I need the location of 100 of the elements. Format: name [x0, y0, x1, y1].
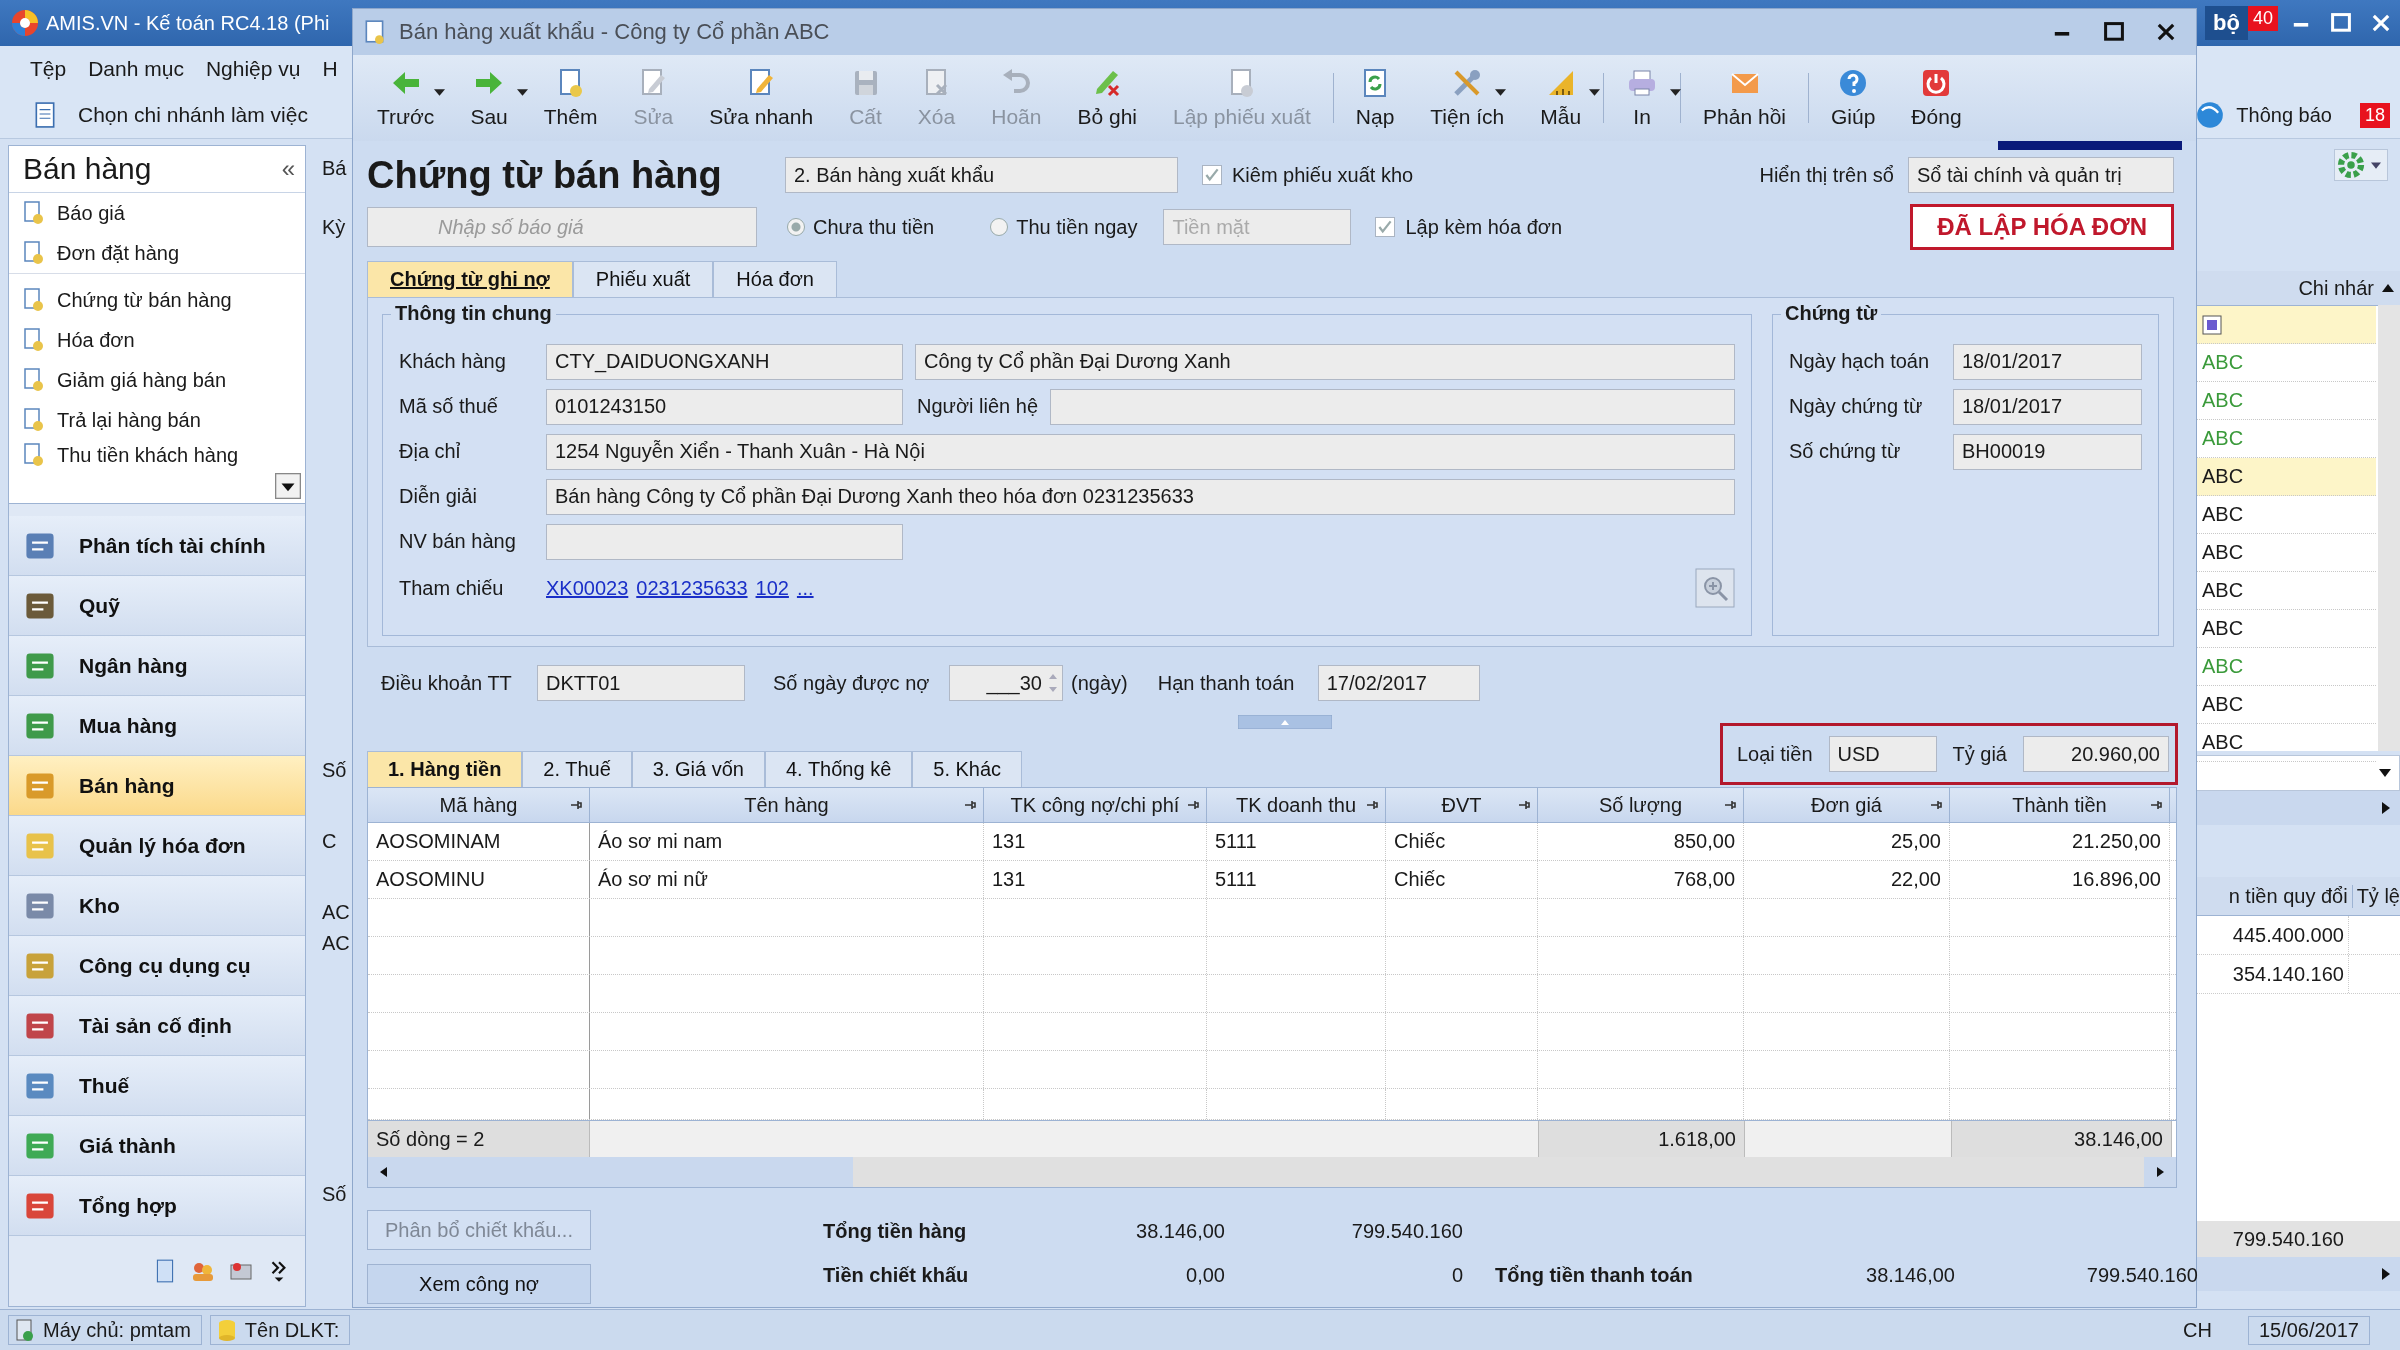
module-button[interactable]: Phân tích tài chính [9, 516, 305, 576]
column-header[interactable]: Mã hàng [368, 788, 590, 822]
pin-icon[interactable] [1723, 798, 1737, 812]
payment-method-field[interactable]: Tiền mặt [1163, 209, 1352, 245]
settings-icon[interactable] [2334, 149, 2388, 181]
module-button[interactable]: Thuế [9, 1056, 305, 1116]
pin-icon[interactable] [569, 798, 583, 812]
sidebar-item[interactable]: Thu tiền khách hàng [9, 440, 305, 470]
toolbar-button[interactable]: Mẫu [1522, 55, 1600, 141]
toolbar-button[interactable]: Tiện ích [1412, 55, 1523, 141]
splitter-handle[interactable] [1238, 715, 1332, 729]
currency-field[interactable]: USD [1828, 736, 1937, 772]
scroll-down-icon[interactable] [275, 473, 301, 499]
tab[interactable]: 4. Thống kê [765, 751, 913, 787]
column-header[interactable]: Thành tiền [1950, 788, 2170, 822]
toolbar-button[interactable]: Thêm [525, 55, 616, 141]
module-button[interactable]: Giá thành [9, 1116, 305, 1176]
salesperson-field[interactable] [546, 523, 903, 560]
toolbar-button[interactable]: In [1608, 55, 1677, 141]
column-header[interactable]: Số lượng [1538, 788, 1744, 822]
toolbar-button[interactable]: Giúp [1813, 55, 1894, 141]
toolbar-button[interactable]: Phản hồi [1685, 55, 1804, 141]
tab[interactable]: Hóa đơn [713, 261, 837, 297]
pin-icon[interactable] [1929, 798, 1943, 812]
customer-code-field[interactable]: CTY_DAIDUONGXANH [546, 343, 903, 380]
ledger-dropdown[interactable]: Sổ tài chính và quản trị [1908, 157, 2174, 193]
reference-link[interactable]: ... [796, 576, 814, 600]
column-header[interactable]: TK công nợ/chi phí [984, 788, 1207, 822]
checkbox[interactable] [1375, 217, 1396, 237]
menu-item[interactable]: H [322, 57, 338, 81]
toolbar-button[interactable]: Sau [452, 55, 526, 141]
field-label: Tham chiếu [399, 576, 505, 600]
checkbox[interactable] [1202, 165, 1222, 185]
pin-icon[interactable] [1517, 798, 1531, 812]
module-button[interactable]: Ngân hàng [9, 636, 305, 696]
pin-icon[interactable] [2149, 798, 2163, 812]
column-header[interactable]: Đơn giá [1744, 788, 1950, 822]
module-button[interactable]: Kho [9, 876, 305, 936]
tab[interactable]: 5. Khác [912, 751, 1023, 787]
toolbar-button[interactable]: Đóng [1893, 55, 1980, 141]
exchange-rate-field[interactable]: 20.960,00 [2023, 736, 2169, 772]
reference-link[interactable]: 0231235633 [636, 576, 748, 600]
toolbar-button[interactable]: Trước [359, 55, 453, 141]
module-button[interactable]: Quỹ [9, 576, 305, 636]
days-spinner[interactable]: ___30 [949, 665, 1063, 701]
column-header[interactable]: ĐVT [1386, 788, 1538, 822]
voucher-type-dropdown[interactable]: 2. Bán hàng xuất khẩu [785, 157, 1178, 193]
toolbar-button[interactable]: Bỏ ghi [1059, 55, 1155, 141]
sidebar-item[interactable]: Hóa đơn [9, 320, 305, 360]
toolbar-button[interactable]: Sửa nhanh [691, 55, 832, 141]
module-button[interactable]: Mua hàng [9, 696, 305, 756]
radio-button[interactable] [990, 218, 1009, 236]
column-header[interactable]: Tên hàng [590, 788, 984, 822]
address-field[interactable]: 1254 Nguyễn Xiển - Thanh Xuân - Hà Nội [546, 433, 1735, 470]
tab[interactable]: 3. Giá vốn [631, 751, 765, 787]
customer-name-field[interactable]: Công ty Cổ phần Đại Dương Xanh [915, 343, 1735, 380]
scrollbar-track[interactable] [2378, 305, 2400, 751]
tab[interactable]: 2. Thuế [522, 751, 632, 787]
sidebar-item[interactable]: Báo giá [9, 193, 305, 233]
list-row[interactable]: ABC [2194, 458, 2376, 496]
sidebar-item[interactable]: Giảm giá hàng bán [9, 360, 305, 400]
module-button[interactable]: Công cụ dụng cụ [9, 936, 305, 996]
menu-item[interactable]: Nghiệp vụ [205, 57, 301, 81]
tab[interactable]: Chứng từ ghi nợ [367, 261, 573, 297]
description-field[interactable]: Bán hàng Công ty Cổ phần Đại Dương Xanh theo hóa đơn 0231235633 [546, 478, 1735, 515]
checkbox-icon[interactable] [2202, 314, 2222, 335]
reference-link[interactable]: 102 [755, 576, 789, 600]
module-button[interactable]: Tài sản cố định [9, 996, 305, 1056]
module-button[interactable]: Quản lý hóa đơn [9, 816, 305, 876]
input-field[interactable]: BH00019 [1953, 433, 2142, 470]
tab[interactable]: Phiếu xuất [572, 261, 714, 297]
column-header[interactable]: TK doanh thu [1207, 788, 1386, 822]
action-button[interactable]: Xem công nợ [367, 1264, 591, 1304]
pin-icon[interactable] [1365, 798, 1379, 812]
radio-button[interactable] [787, 218, 805, 236]
pin-icon[interactable] [1186, 798, 1200, 812]
menu-item[interactable]: Danh mục [88, 57, 184, 81]
notifications-button[interactable]: Thông báo [2236, 103, 2332, 127]
maximize-icon[interactable] [2102, 20, 2126, 44]
module-button[interactable]: Bán hàng [9, 756, 305, 816]
contact-field[interactable] [1050, 388, 1735, 425]
branch-button[interactable]: Chọn chi nhánh làm việc [78, 103, 308, 127]
reference-link[interactable]: XK00023 [546, 576, 629, 600]
tab[interactable]: 1. Hàng tiền [367, 751, 523, 787]
pin-icon[interactable] [963, 798, 977, 812]
payment-terms-field[interactable]: DKTT01 [537, 665, 745, 701]
scrollbar-thumb[interactable] [853, 1157, 2144, 1187]
collapse-button[interactable]: « [281, 155, 295, 183]
sidebar-item[interactable]: Chứng từ bán hàng [9, 280, 305, 320]
column-header[interactable]: Tỷ lệ [2352, 884, 2400, 908]
input-field[interactable]: 18/01/2017 [1953, 343, 2142, 380]
module-button[interactable]: Tổng hợp [9, 1176, 305, 1236]
input-field[interactable]: 18/01/2017 [1953, 388, 2142, 425]
tax-code-field[interactable]: 0101243150 [546, 388, 903, 425]
maximize-icon[interactable] [2329, 11, 2353, 35]
menu-item[interactable]: Tệp [30, 57, 67, 81]
sidebar-item[interactable]: Trả lại hàng bán [9, 400, 305, 440]
due-date-field[interactable]: 17/02/2017 [1317, 665, 1480, 701]
toolbar-button[interactable]: Nạp [1337, 55, 1413, 141]
quote-input-field[interactable]: Nhập số báo giá [367, 207, 757, 247]
